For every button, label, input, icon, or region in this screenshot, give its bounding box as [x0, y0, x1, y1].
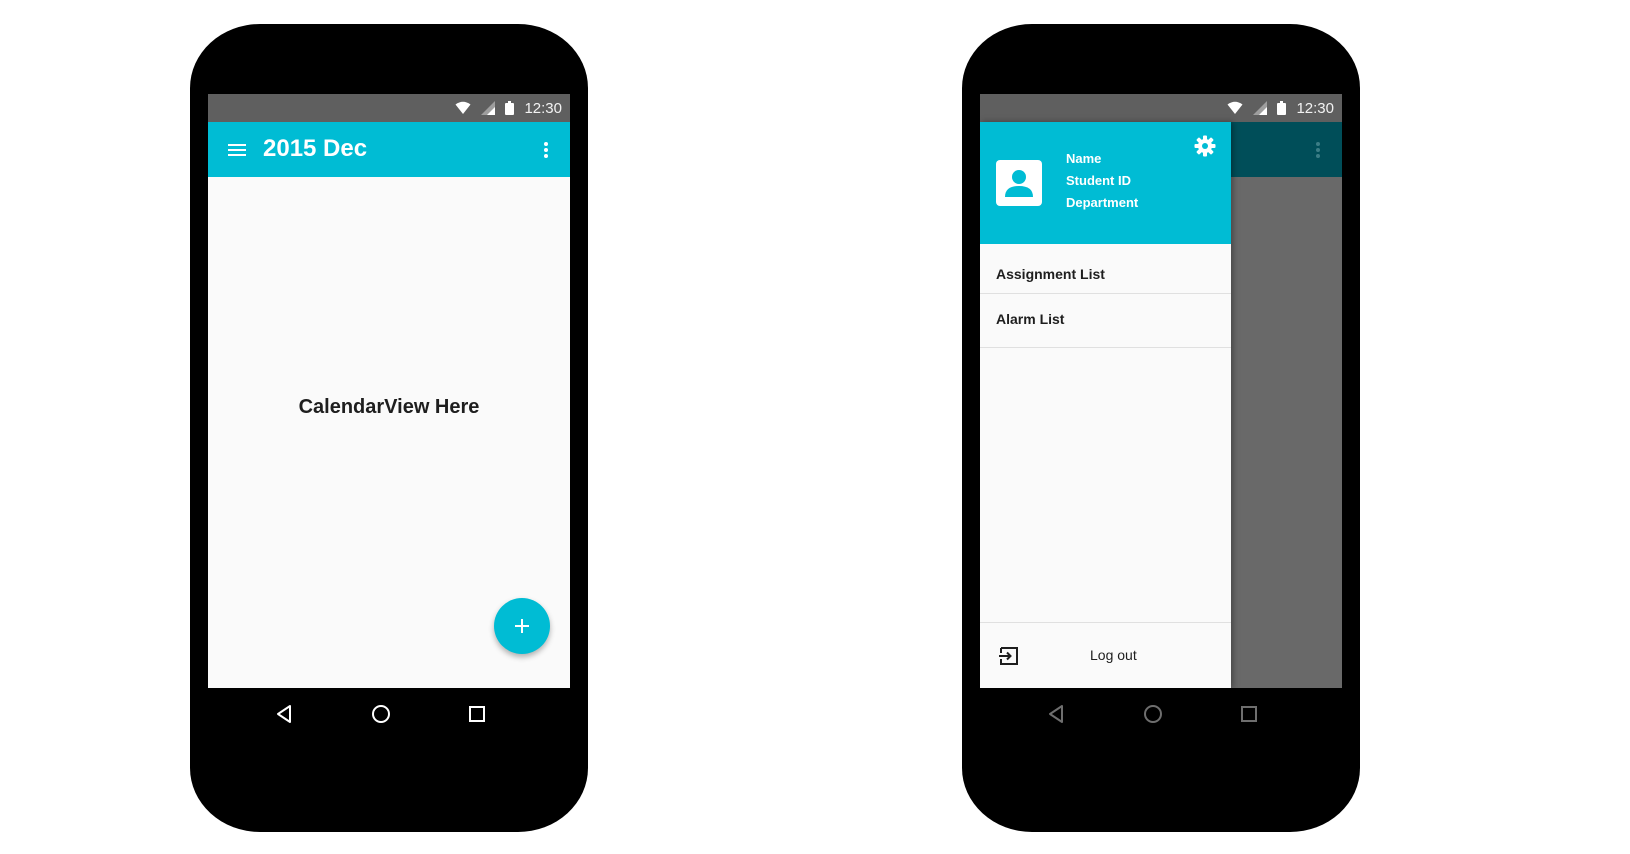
gear-icon[interactable] — [1193, 134, 1217, 158]
status-time: 12:30 — [524, 99, 562, 117]
drawer-header: Name Student ID Department — [980, 122, 1231, 244]
more-vert-icon[interactable] — [534, 138, 558, 162]
status-bar: 12:30 — [208, 94, 570, 122]
back-icon[interactable] — [273, 702, 297, 726]
drawer-item-label: Alarm List — [996, 311, 1065, 327]
navigation-bar — [980, 694, 1342, 734]
wifi-icon — [455, 101, 471, 114]
drawer-item-alarm-list[interactable]: Alarm List — [980, 294, 1231, 348]
screen: 12:30 2015 Dec CalendarView Here — [208, 94, 570, 688]
phone-calendar-screen: 12:30 2015 Dec CalendarView Here — [190, 24, 588, 832]
phone-drawer-screen: 12:30 Name Student ID Department Assignm… — [962, 24, 1360, 832]
hamburger-menu-icon[interactable] — [226, 138, 250, 162]
logout-label: Log out — [1090, 647, 1137, 663]
add-button[interactable] — [494, 598, 550, 654]
status-time: 12:30 — [1296, 99, 1334, 117]
signal-icon — [1253, 101, 1268, 115]
more-vert-icon — [1316, 142, 1320, 158]
drawer-item-assignment-list[interactable]: Assignment List — [980, 244, 1231, 294]
calendar-view-placeholder: CalendarView Here — [298, 396, 480, 418]
navigation-bar — [208, 694, 570, 734]
home-icon[interactable] — [1141, 702, 1165, 726]
logout-button[interactable]: Log out — [980, 622, 1231, 688]
app-bar: 2015 Dec — [208, 122, 570, 177]
plus-icon — [515, 619, 529, 633]
battery-icon — [505, 101, 515, 115]
screen: 12:30 Name Student ID Department Assignm… — [980, 94, 1342, 688]
back-icon[interactable] — [1045, 702, 1069, 726]
recents-icon[interactable] — [1237, 702, 1261, 726]
drawer-item-label: Assignment List — [996, 266, 1105, 282]
profile-name: Name — [1066, 151, 1102, 166]
battery-icon — [1277, 101, 1287, 115]
status-bar: 12:30 — [980, 94, 1342, 122]
home-icon[interactable] — [369, 702, 393, 726]
avatar — [1005, 170, 1033, 197]
navigation-drawer: Name Student ID Department Assignment Li… — [980, 122, 1231, 688]
profile-student-id: Student ID — [1066, 173, 1131, 188]
recents-icon[interactable] — [465, 702, 489, 726]
exit-to-app-icon — [999, 647, 1018, 665]
account-box-icon[interactable] — [996, 160, 1042, 206]
page-title: 2015 Dec — [263, 135, 368, 162]
signal-icon — [481, 101, 496, 115]
wifi-icon — [1227, 101, 1243, 114]
profile-department: Department — [1066, 195, 1139, 210]
mockup-canvas: 12:30 2015 Dec CalendarView Here 12:30 N… — [0, 0, 1630, 854]
